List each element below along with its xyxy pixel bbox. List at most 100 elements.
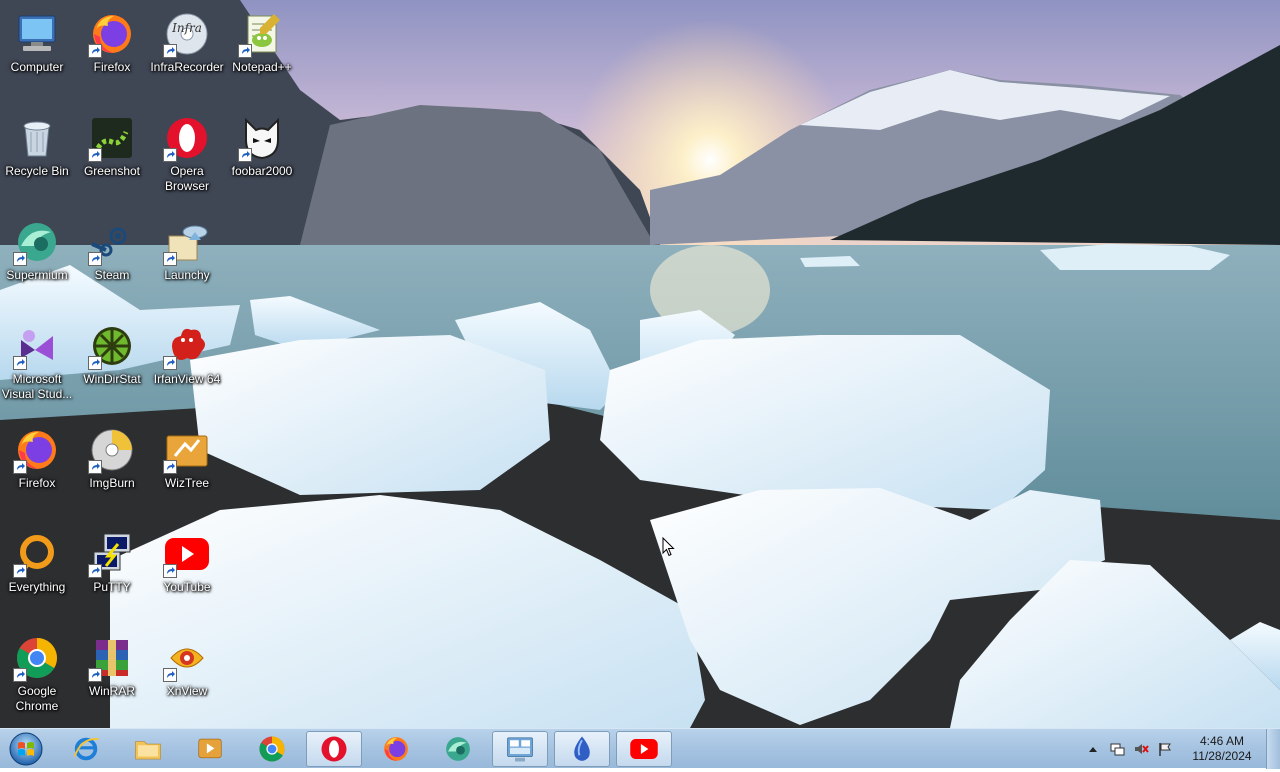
desktop-icon-youtube[interactable]: YouTube [150,522,224,595]
desktop-icon-everything[interactable]: Everything [0,522,74,595]
taskbar-control-panel[interactable] [492,731,548,767]
shortcut-arrow-icon [163,564,177,578]
desktop-icon-glyph [88,426,136,474]
desktop-icon-imgburn[interactable]: ImgBurn [75,418,149,491]
volume-muted-icon[interactable] [1132,740,1150,758]
shortcut-arrow-icon [88,460,102,474]
shortcut-arrow-icon [88,148,102,162]
supermium-icon [446,737,470,761]
network-icon[interactable] [1108,740,1126,758]
desktop-icon-label: Firefox [93,60,131,74]
clock[interactable]: 4:46 AM 11/28/2024 [1186,734,1258,764]
desktop-icon-glyph [163,218,211,266]
mouse-cursor-icon [662,537,675,557]
taskbar: 4:46 AM 11/28/2024 [0,728,1280,769]
desktop-icon-windirstat[interactable]: WinDirStat [75,314,149,387]
taskbar-internet-explorer[interactable] [58,731,114,767]
desktop-icon-glyph [13,530,61,578]
shortcut-arrow-icon [13,668,27,682]
desktop-icon-steam[interactable]: Steam [75,210,149,283]
taskbar-app-drop[interactable] [554,731,610,767]
taskbar-opera[interactable] [306,731,362,767]
action-center-flag-icon[interactable] [1156,740,1174,758]
desktop-icon-label: Google Chrome [15,684,59,713]
desktop-icon-glyph [13,10,61,58]
desktop-icon-label: Greenshot [83,164,141,178]
show-desktop-button[interactable] [1266,729,1280,769]
chevron-up-icon[interactable] [1084,740,1102,758]
folder-icon [135,741,161,760]
desktop-icon-glyph [163,114,211,162]
youtube-icon [630,739,658,759]
svg-text:Infra: Infra [171,21,202,35]
shortcut-arrow-icon [88,668,102,682]
desktop-icon-label: Supermium [6,268,68,282]
desktop-icon-label: WizTree [164,476,210,490]
shortcut-arrow-icon [163,252,177,266]
desktop-icon-glyph [13,218,61,266]
shortcut-arrow-icon [88,564,102,578]
desktop-icon-launchy[interactable]: Launchy [150,210,224,283]
desktop-icon-label: Recycle Bin [5,164,69,178]
desktop-icon-glyph [88,322,136,370]
desktop-icon-label: XnView [166,684,208,698]
taskbar-media-player[interactable] [182,731,238,767]
shortcut-arrow-icon [163,668,177,682]
desktop-icon-greenshot[interactable]: Greenshot [75,106,149,179]
clock-date: 11/28/2024 [1192,749,1252,763]
desktop-icon-winrar[interactable]: WinRAR [75,626,149,699]
desktop-icon-recycle-bin[interactable]: Recycle Bin [0,106,74,179]
desktop-icon-glyph: Infra [163,10,211,58]
desktop-icon-label: WinRAR [88,684,135,698]
shortcut-arrow-icon [163,460,177,474]
firefox-icon [384,737,408,761]
desktop-icon-glyph [163,634,211,682]
desktop-icon-irfanview-64[interactable]: IrfanView 64 [150,314,224,387]
shortcut-arrow-icon [88,252,102,266]
taskbar-youtube[interactable] [616,731,672,767]
desktop-icon-computer[interactable]: Computer [0,2,74,75]
desktop-icon-wiztree[interactable]: WizTree [150,418,224,491]
desktop-icon-opera-browser[interactable]: Opera Browser [150,106,224,194]
desktop-icon-glyph [163,530,211,578]
shortcut-arrow-icon [13,356,27,370]
desktop-icon-glyph [88,634,136,682]
shortcut-arrow-icon [88,44,102,58]
taskbar-supermium[interactable] [430,731,486,767]
shortcut-arrow-icon [88,356,102,370]
desktop-icon-label: foobar2000 [231,164,293,178]
desktop-icon-firefox[interactable]: Firefox [0,418,74,491]
shortcut-arrow-icon [13,564,27,578]
desktop-icon-glyph [88,218,136,266]
desktop-icon-label: Launchy [164,268,210,282]
desktop-icon-glyph [88,114,136,162]
desktop-icon-microsoft-visual-stud[interactable]: Microsoft Visual Stud... [0,314,74,402]
desktop-icon-label: PuTTY [93,580,131,594]
desktop-icon-notepad[interactable]: Notepad++ [225,2,299,75]
taskbar-firefox[interactable] [368,731,424,767]
start-button[interactable] [6,731,46,767]
shortcut-arrow-icon [13,460,27,474]
desktop-icon-label: Steam [94,268,130,282]
taskbar-chrome[interactable] [244,731,300,767]
desktop-icon-glyph [13,114,61,162]
desktop-icon-glyph [238,10,286,58]
desktop-icon-label: ImgBurn [89,476,135,490]
shortcut-arrow-icon [163,148,177,162]
clock-time: 4:46 AM [1199,734,1245,748]
desktop-icon-label: Notepad++ [232,60,292,74]
desktop: Computer Firefox Infra InfraRecorder Notepad… [0,0,1280,728]
desktop-icon-glyph [13,322,61,370]
taskbar-file-explorer[interactable] [120,731,176,767]
desktop-icon-xnview[interactable]: XnView [150,626,224,699]
desktop-icon-supermium[interactable]: Supermium [0,210,74,283]
desktop-icon-putty[interactable]: PuTTY [75,522,149,595]
desktop-icon-label: IrfanView 64 [153,372,221,386]
desktop-icon-google-chrome[interactable]: Google Chrome [0,626,74,714]
desktop-icon-foobar2000[interactable]: foobar2000 [225,106,299,179]
system-tray: 4:46 AM 11/28/2024 [1084,729,1258,769]
desktop-icon-label: InfraRecorder [150,60,224,74]
internet-explorer-icon [73,737,99,761]
desktop-icon-infrarecorder[interactable]: Infra InfraRecorder [150,2,224,75]
desktop-icon-firefox[interactable]: Firefox [75,2,149,75]
